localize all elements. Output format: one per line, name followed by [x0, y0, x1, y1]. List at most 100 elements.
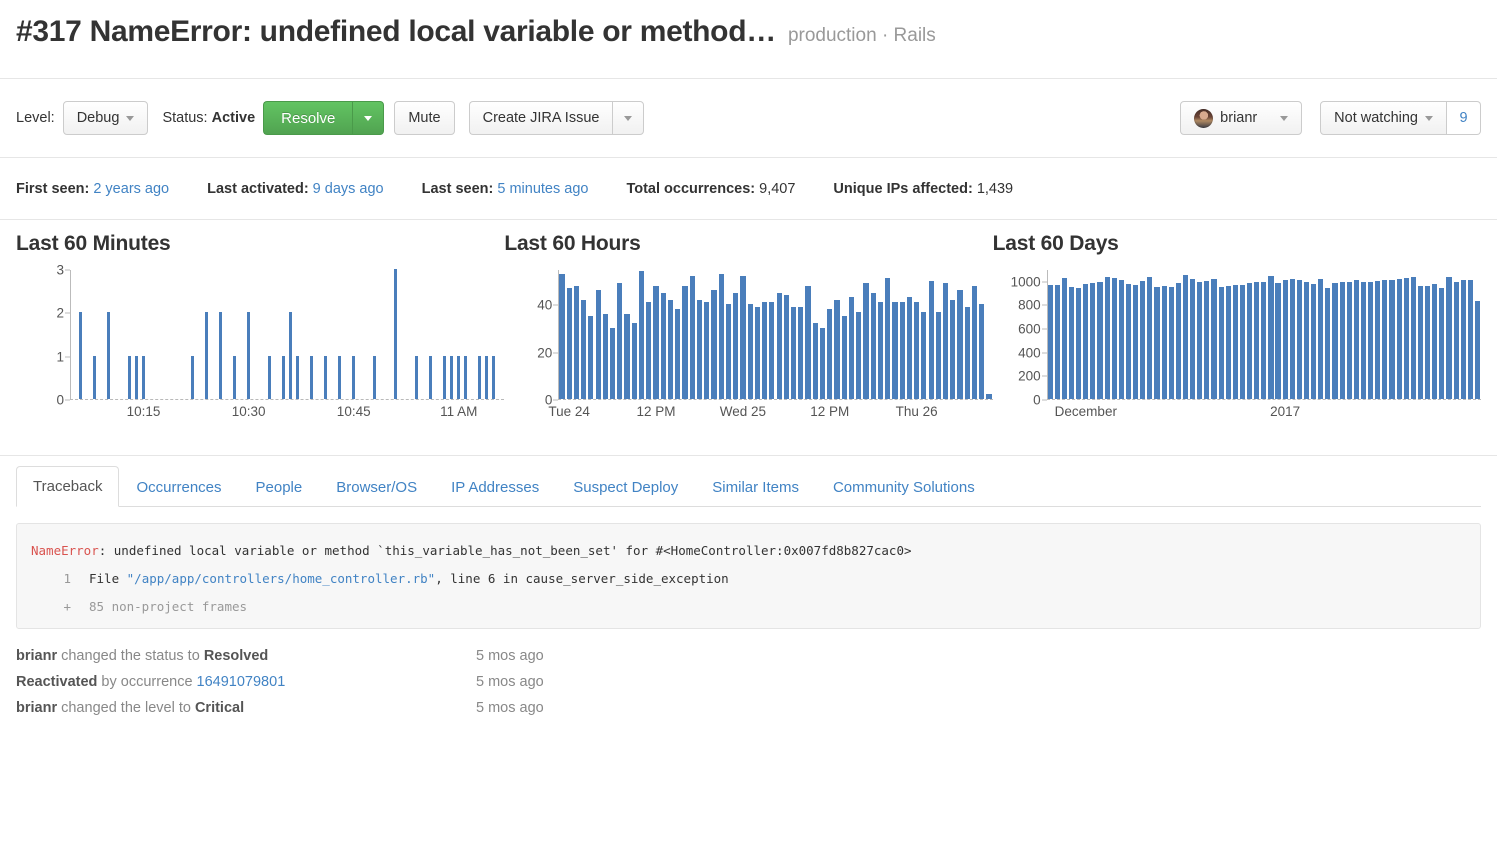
- chart-bar[interactable]: [660, 292, 666, 399]
- chart-bar[interactable]: [595, 290, 601, 399]
- assignee-dropdown[interactable]: brianr: [1180, 101, 1303, 135]
- chart-bar[interactable]: [696, 299, 703, 399]
- chart-bar[interactable]: [1346, 282, 1352, 399]
- chart-bar[interactable]: [805, 285, 811, 399]
- jira-dropdown-toggle[interactable]: [612, 101, 645, 135]
- chart-bar[interactable]: [352, 355, 356, 399]
- chart-bar[interactable]: [617, 283, 623, 399]
- chart-bar[interactable]: [928, 280, 934, 399]
- chart-bar[interactable]: [1275, 283, 1281, 399]
- stat-value[interactable]: 2 years ago: [93, 181, 169, 197]
- chart-bar[interactable]: [247, 312, 251, 399]
- chart-bar[interactable]: [725, 304, 732, 399]
- chart-bar[interactable]: [1396, 279, 1402, 399]
- chart-bar[interactable]: [1190, 279, 1196, 399]
- chart-bar[interactable]: [1125, 283, 1132, 399]
- chart-bar[interactable]: [1247, 283, 1253, 399]
- chart-bar[interactable]: [142, 355, 146, 399]
- chart-bar[interactable]: [653, 285, 659, 399]
- chart-bar[interactable]: [1147, 277, 1153, 399]
- tab-people[interactable]: People: [239, 467, 320, 507]
- chart-bar[interactable]: [935, 311, 941, 399]
- chart-bar[interactable]: [856, 311, 862, 399]
- tab-browser-os[interactable]: Browser/OS: [319, 467, 434, 507]
- chart-bar[interactable]: [128, 355, 131, 399]
- watch-dropdown[interactable]: Not watching: [1320, 101, 1447, 135]
- chart-bar[interactable]: [1111, 277, 1117, 399]
- chart-bar[interactable]: [79, 312, 82, 399]
- chart-bar[interactable]: [296, 355, 300, 399]
- chart-bar[interactable]: [631, 323, 637, 399]
- chart-bar[interactable]: [1296, 279, 1302, 399]
- chart-bar[interactable]: [1303, 282, 1310, 399]
- chart-bar[interactable]: [1083, 284, 1089, 399]
- chart-bar[interactable]: [1197, 281, 1203, 399]
- chart-bar[interactable]: [971, 285, 978, 399]
- chart-bar[interactable]: [450, 355, 454, 399]
- chart-bar[interactable]: [1439, 288, 1445, 399]
- chart-bar[interactable]: [1076, 288, 1082, 399]
- chart-bar[interactable]: [762, 302, 768, 399]
- chart-bar[interactable]: [1410, 276, 1416, 399]
- chart-bar[interactable]: [733, 292, 739, 399]
- chart-bar[interactable]: [942, 283, 949, 399]
- chart-bar[interactable]: [790, 306, 797, 399]
- chart-bar[interactable]: [848, 297, 855, 399]
- chart-bar[interactable]: [950, 299, 956, 399]
- chart-bar[interactable]: [610, 328, 616, 399]
- chart-bar[interactable]: [1467, 280, 1473, 399]
- chart-bar[interactable]: [1104, 277, 1110, 399]
- chart-bar[interactable]: [1047, 284, 1053, 399]
- stat-value[interactable]: 9 days ago: [313, 181, 384, 197]
- chart-bar[interactable]: [1446, 277, 1452, 399]
- watcher-count-badge[interactable]: 9: [1447, 101, 1481, 135]
- chart-bar[interactable]: [1239, 285, 1246, 399]
- chart-bar[interactable]: [877, 302, 884, 399]
- chart-bar[interactable]: [1168, 286, 1174, 399]
- chart-bar[interactable]: [834, 299, 840, 399]
- chart-bar[interactable]: [1204, 281, 1210, 399]
- stat-value[interactable]: 5 minutes ago: [497, 181, 588, 197]
- chart-bar[interactable]: [1232, 284, 1238, 399]
- chart-bar[interactable]: [310, 355, 314, 399]
- expand-icon[interactable]: +: [31, 593, 89, 621]
- chart-bar[interactable]: [1090, 282, 1096, 399]
- chart-bar[interactable]: [624, 313, 630, 399]
- chart-bar[interactable]: [682, 285, 688, 399]
- chart-bar[interactable]: [812, 323, 818, 399]
- chart-bar[interactable]: [863, 283, 869, 399]
- traceback-collapsed-frames-row[interactable]: + 85 non-project frames: [31, 593, 1466, 621]
- chart-bar[interactable]: [289, 312, 293, 399]
- chart-bar[interactable]: [667, 299, 674, 399]
- chart-bar[interactable]: [704, 302, 710, 399]
- chart-bar[interactable]: [1211, 279, 1217, 399]
- chart-bar[interactable]: [1332, 282, 1338, 399]
- chart-bar[interactable]: [415, 355, 419, 399]
- chart-bar[interactable]: [689, 276, 695, 399]
- tab-traceback[interactable]: Traceback: [16, 466, 120, 507]
- chart-bar[interactable]: [776, 292, 782, 399]
- chart-bar[interactable]: [747, 304, 753, 399]
- chart-bar[interactable]: [282, 355, 286, 399]
- chart-bar[interactable]: [1225, 285, 1231, 399]
- chart-bar[interactable]: [1425, 286, 1431, 399]
- chart-bar[interactable]: [1417, 285, 1424, 399]
- chart-bar[interactable]: [1368, 282, 1374, 399]
- chart-bar[interactable]: [1318, 278, 1324, 399]
- chart-bar[interactable]: [492, 355, 496, 399]
- traceback-frame-row[interactable]: 1 File "/app/app/controllers/home_contro…: [31, 565, 1466, 593]
- chart-bar[interactable]: [740, 276, 746, 399]
- chart-bar[interactable]: [1261, 281, 1267, 399]
- tab-similar-items[interactable]: Similar Items: [695, 467, 816, 507]
- chart-bar[interactable]: [646, 302, 652, 399]
- chart-bar[interactable]: [1118, 279, 1124, 399]
- chart-bar[interactable]: [1432, 284, 1438, 399]
- tab-occurrences[interactable]: Occurrences: [119, 467, 238, 507]
- chart-bar[interactable]: [373, 355, 377, 399]
- activity-occurrence-link[interactable]: 16491079801: [197, 674, 286, 690]
- chart-bar[interactable]: [394, 269, 398, 399]
- chart-bar[interactable]: [566, 287, 572, 399]
- chart-bar[interactable]: [638, 271, 645, 399]
- chart-bar[interactable]: [1097, 282, 1103, 399]
- chart-bar[interactable]: [107, 312, 110, 399]
